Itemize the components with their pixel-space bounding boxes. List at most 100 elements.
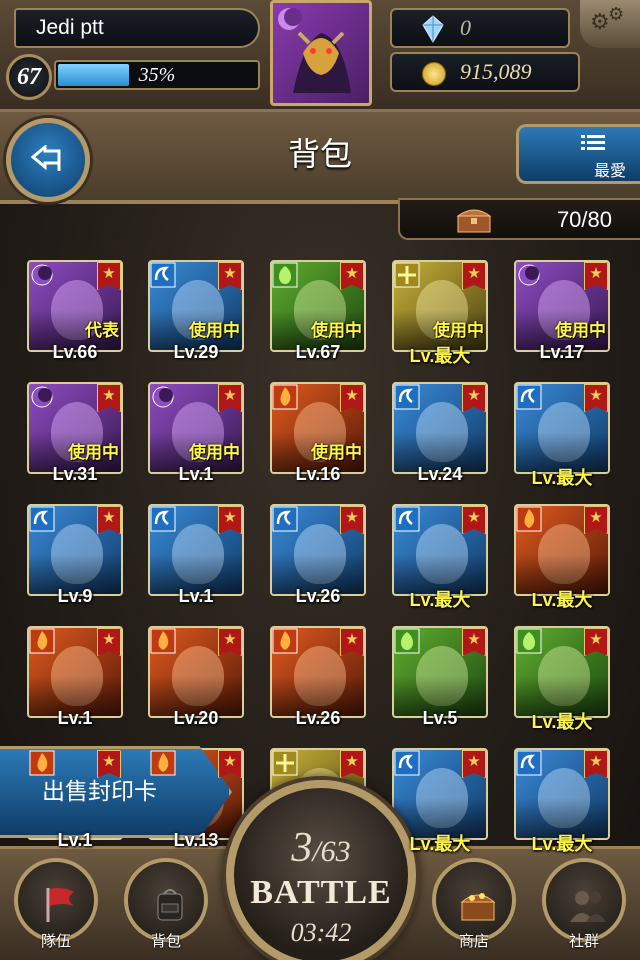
nav-team-button[interactable]: 隊伍 [8,850,104,956]
favorite-star-icon [340,750,364,778]
yellow-attribute-icon [272,750,298,776]
monster-card[interactable]: Lv.26 [270,504,366,616]
favorite-star-icon [218,262,242,290]
favorite-star-icon [340,384,364,412]
crystal-icon [422,15,444,43]
purple-attribute-icon [518,264,540,286]
card-level: Lv.最大 [409,346,471,366]
leader-avatar[interactable] [270,0,372,106]
card-level: Lv.16 [295,464,341,484]
gem-counter[interactable]: 0 [390,8,570,48]
purple-attribute-icon [31,386,53,408]
monster-card[interactable]: Lv.最大 [514,748,610,860]
monster-card[interactable]: Lv.最大 [514,626,610,738]
monster-portrait [514,626,610,718]
monster-figure [51,524,103,584]
monster-portrait [27,504,123,596]
flag-icon [46,888,74,922]
monster-figure [416,768,468,828]
monster-card[interactable]: 使用中Lv.17 [514,260,610,372]
blue-attribute-icon [150,506,176,532]
favorite-star-icon [462,384,486,412]
purple-attribute-icon [31,264,53,286]
favorite-star-icon [340,506,364,534]
monster-portrait [148,504,244,596]
monster-card[interactable]: Lv.最大 [392,504,488,616]
monster-card[interactable]: Lv.9 [27,504,123,616]
monster-figure [416,402,468,462]
red-attribute-icon [29,628,55,654]
exp-bar: 35% [54,60,260,90]
battle-timer: 03:42 [290,918,352,947]
coin-icon [422,62,446,86]
nav-bag-label: 背包 [150,932,181,950]
monster-card[interactable]: 使用中Lv.1 [148,382,244,494]
favorite-star-icon [584,506,608,534]
yellow-attribute-icon [394,262,420,288]
favorite-star-icon [97,384,121,412]
monster-card[interactable]: Lv.最大 [514,382,610,494]
battle-count-current: 3 [291,825,313,871]
favorite-star-icon [97,628,121,656]
monster-figure [294,646,346,706]
exp-percent: 35% [138,64,176,86]
monster-figure [538,768,590,828]
monster-portrait [514,748,610,840]
monster-card[interactable]: 使用中Lv.67 [270,260,366,372]
monster-card[interactable]: Lv.1 [27,626,123,738]
green-attribute-icon [394,628,420,654]
monster-portrait [392,626,488,718]
people-icon [570,891,606,922]
blue-attribute-icon [394,750,420,776]
monster-card[interactable]: Lv.24 [392,382,488,494]
monster-card[interactable]: 使用中 Lv.最大 [392,260,488,372]
coin-counter[interactable]: 915,089 [390,52,580,92]
settings-button[interactable]: ⚙ ⚙ [580,0,640,48]
blue-attribute-icon [150,262,176,288]
treasure-chest-icon [460,893,496,921]
monster-card[interactable]: Lv.5 [392,626,488,738]
gear-small-icon: ⚙ [608,4,625,25]
gear-icon: ⚙ [590,10,610,35]
card-level: Lv.9 [57,586,93,606]
red-attribute-icon [272,384,298,410]
monster-figure [416,646,468,706]
nav-shop-button[interactable]: 商店 [426,850,522,956]
card-level: Lv.29 [173,342,219,362]
monster-card[interactable]: 使用中Lv.16 [270,382,366,494]
dragon-portrait-icon [278,8,351,93]
backpack-icon [157,889,183,921]
monster-card[interactable]: 使用中Lv.31 [27,382,123,494]
monster-card[interactable]: Lv.最大 [392,748,488,860]
green-attribute-icon [516,628,542,654]
blue-attribute-icon [29,506,55,532]
red-attribute-icon [29,750,55,776]
favorite-star-icon [584,628,608,656]
chest-icon [456,209,492,233]
battle-button[interactable]: 3/63 BATTLE 03:42 [226,780,416,960]
nav-bag-button[interactable]: 背包 [118,850,214,956]
monster-card[interactable]: 代表Lv.66 [27,260,123,372]
card-level: Lv.24 [417,464,463,484]
monster-card[interactable]: Lv.最大 [514,504,610,616]
blue-attribute-icon [394,506,420,532]
favorite-star-icon [340,628,364,656]
card-status: 使用中 [189,321,240,341]
monster-portrait [514,504,610,596]
monster-figure [538,524,590,584]
monster-portrait [148,626,244,718]
card-level: Lv.5 [422,708,458,728]
monster-card[interactable]: 使用中Lv.29 [148,260,244,372]
monster-portrait [392,504,488,596]
nav-social-button[interactable]: 社群 [536,850,632,956]
favorites-button[interactable]: 最愛 [516,124,640,184]
monster-portrait [270,626,366,718]
monster-portrait [270,504,366,596]
capacity-value: 70/80 [556,207,612,232]
monster-card[interactable]: Lv.20 [148,626,244,738]
monster-card[interactable]: Lv.1 [148,504,244,616]
monster-card[interactable]: Lv.26 [270,626,366,738]
favorite-star-icon [218,750,242,778]
favorite-star-icon [462,628,486,656]
monster-figure [294,524,346,584]
